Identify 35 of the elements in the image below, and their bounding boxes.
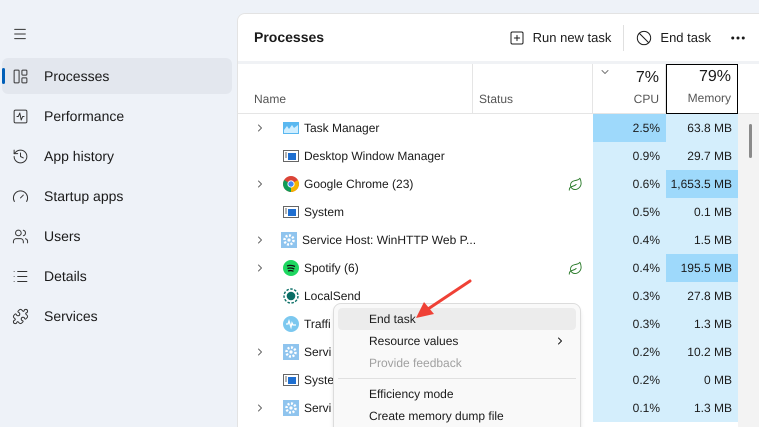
process-name: Desktop Window Manager [304,148,445,165]
cpu-cell: 0.4% [593,226,666,254]
cpu-cell: 0.1% [593,394,666,422]
process-name: Servi [304,344,332,361]
process-name: Traffi [304,316,331,333]
process-name: Spotify (6) [304,260,359,277]
cpu-total: 7% [636,68,659,88]
cpu-cell: 0.2% [593,338,666,366]
process-name: System [304,204,344,221]
memory-cell: 29.7 MB [666,142,738,170]
memory-cell: 0 MB [666,366,738,394]
memory-cell: 0.1 MB [666,198,738,226]
memory-cell: 1,653.5 MB [666,170,738,198]
memory-cell: 195.5 MB [666,254,738,282]
process-name: Task Manager [304,120,380,137]
process-name: Syste [304,372,334,389]
memory-cell: 1.5 MB [666,226,738,254]
cpu-cell: 0.3% [593,310,666,338]
process-name: Google Chrome (23) [304,176,414,193]
cpu-cell: 0.6% [593,170,666,198]
cpu-cell: 0.5% [593,198,666,226]
cpu-cell: 0.3% [593,282,666,310]
memory-cell: 1.3 MB [666,394,738,422]
cpu-cell: 0.2% [593,366,666,394]
process-name: Service Host: WinHTTP Web P... [302,232,476,249]
memory-cell: 27.8 MB [666,282,738,310]
page-title: Processes [254,28,324,47]
process-name: LocalSend [304,288,361,305]
cpu-cell: 2.5% [593,114,666,142]
cpu-cell: 0.9% [593,142,666,170]
memory-cell: 63.8 MB [666,114,738,142]
memory-cell: 10.2 MB [666,338,738,366]
memory-cell: 1.3 MB [666,310,738,338]
process-name: Servi [304,400,332,417]
cpu-cell: 0.4% [593,254,666,282]
